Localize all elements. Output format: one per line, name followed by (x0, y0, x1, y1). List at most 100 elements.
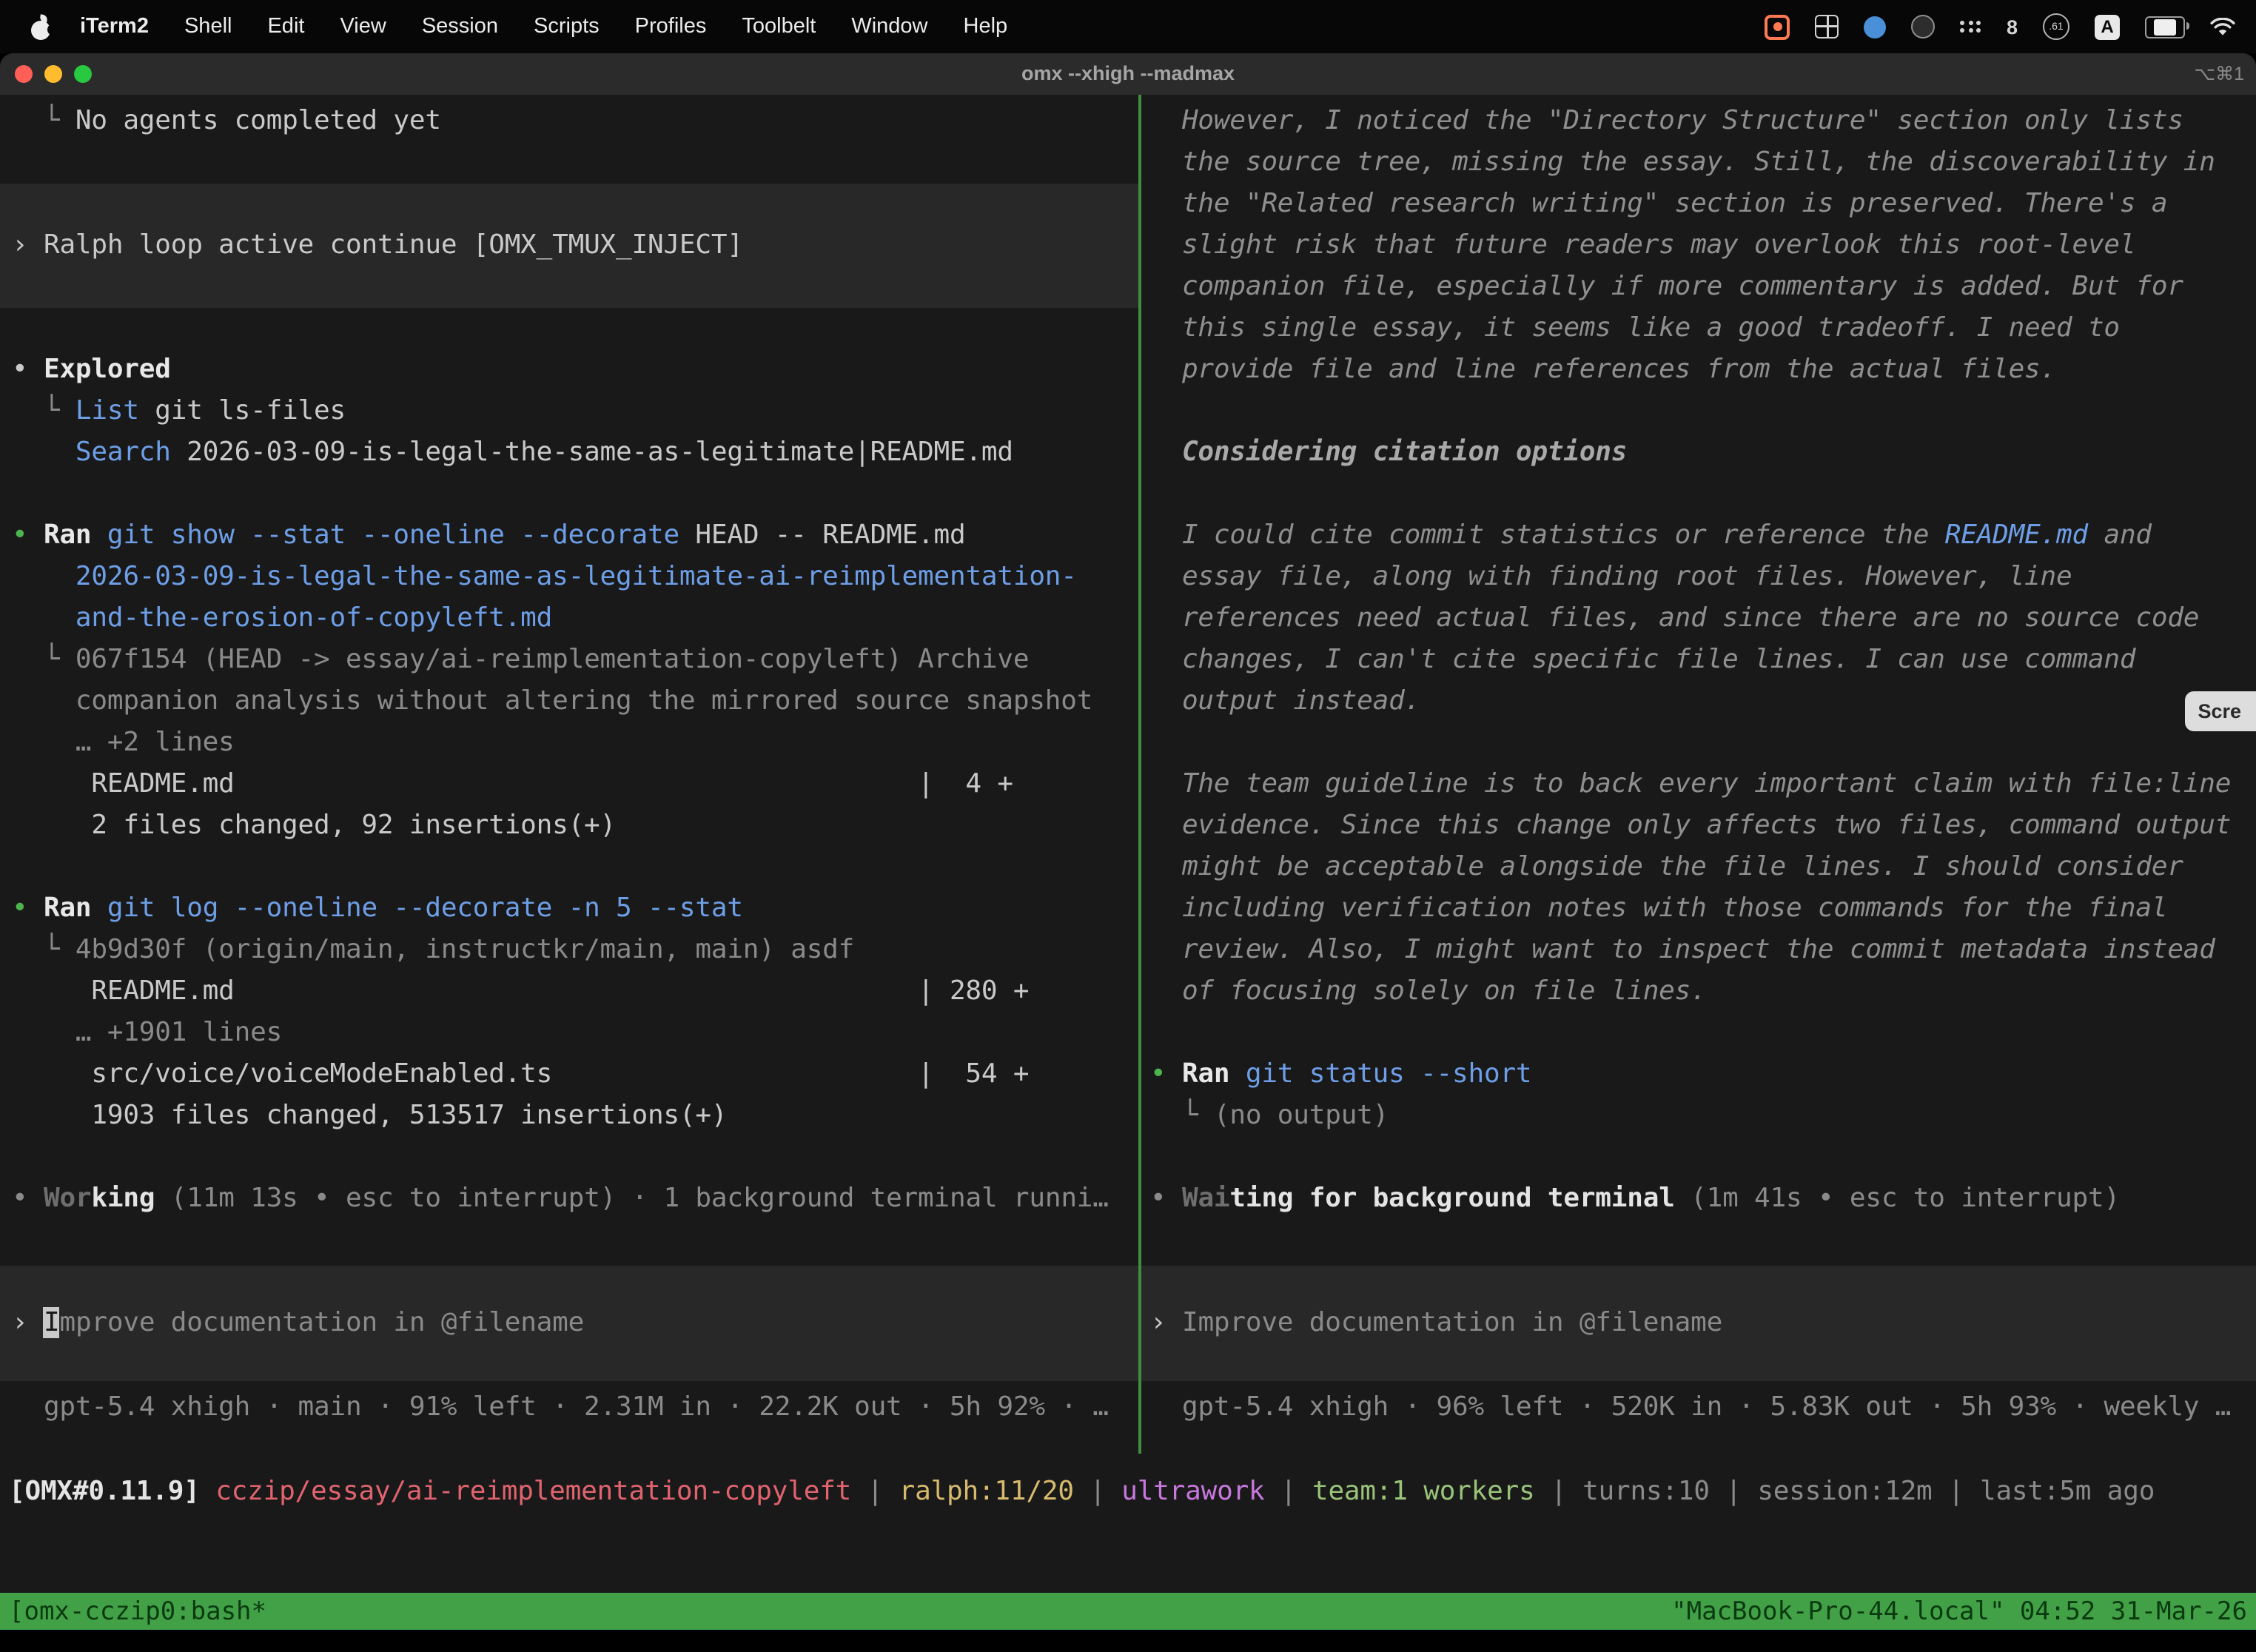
text-segment: However, I noticed the "Directory Struct… (1150, 105, 2183, 136)
left-top-lines: └ No agents completed yet (0, 101, 1138, 184)
screen-recording-indicator-icon[interactable] (1765, 14, 1790, 39)
input-source-icon[interactable]: A (2095, 14, 2120, 39)
menubar-menus: iTerm2 Shell Edit View Session Scripts P… (0, 14, 1025, 39)
apple-menu-icon[interactable] (30, 14, 53, 39)
terminal-line: including verification notes with those … (1141, 888, 2256, 930)
terminal-line (1141, 474, 2256, 515)
omx-statusline: [OMX#0.11.9] cczip/essay/ai-reimplementa… (0, 1471, 2256, 1513)
menu-item-help[interactable]: Help (946, 15, 1026, 38)
text-segment: 2 files changed, 92 insertions(+) (12, 810, 616, 841)
text-segment: › (12, 1307, 44, 1338)
window-grid-icon[interactable] (1816, 15, 1839, 38)
text-segment: Ran (44, 893, 107, 924)
text-segment: git show --stat --oneline --decorate (107, 520, 679, 551)
text-segment: | (1074, 1476, 1121, 1507)
terminal-line: However, I noticed the "Directory Struct… (1141, 101, 2256, 142)
text-segment: session:12m (1757, 1476, 1932, 1507)
terminal-line: slight risk that future readers may over… (1141, 225, 2256, 266)
left-terminal-pane[interactable]: └ No agents completed yet › Ralph loop a… (0, 95, 1138, 1454)
omx-footer-statusline: [OMX#0.11.9] cczip/essay/ai-reimplementa… (0, 1454, 2256, 1531)
text-segment: of focusing solely on file lines. (1150, 976, 1707, 1007)
text-segment: List (75, 395, 139, 426)
menu-item-session[interactable]: Session (404, 15, 516, 38)
menu-item-shell[interactable]: Shell (167, 15, 250, 38)
menu-item-edit[interactable]: Edit (249, 15, 322, 38)
text-segment: ting for background terminal (1229, 1183, 1674, 1214)
text-segment: and-the-erosion-of-copyleft.md (75, 602, 552, 634)
text-segment: team:1 workers (1312, 1476, 1535, 1507)
text-segment: Considering citation options (1150, 437, 1627, 468)
text-segment: 067f154 (HEAD -> essay/ai-reimplementati… (75, 644, 1029, 675)
text-segment: the source tree, missing the essay. Stil… (1150, 147, 2215, 178)
terminal-line: the "Related research writing" section i… (1141, 184, 2256, 225)
terminal-line: … +1901 lines (0, 1013, 1138, 1054)
right-prompt-input-box[interactable]: › Improve documentation in @filename (1141, 1266, 2256, 1381)
wifi-icon[interactable] (2210, 17, 2235, 36)
terminal-line: README.md | 280 + (0, 971, 1138, 1013)
text-segment: └ (12, 105, 75, 136)
right-transcript: However, I noticed the "Directory Struct… (1141, 101, 2256, 1220)
text-segment: README.md | 280 + (12, 976, 1029, 1007)
text-segment: • (1150, 1183, 1182, 1214)
terminal-line: 1903 files changed, 513517 insertions(+) (0, 1095, 1138, 1137)
text-segment: … +2 lines (12, 727, 235, 758)
menu-item-window[interactable]: Window (833, 15, 945, 38)
terminal-line: evidence. Since this change only affects… (1141, 805, 2256, 847)
terminal-line: the source tree, missing the essay. Stil… (1141, 142, 2256, 184)
terminal-line: provide file and line references from th… (1141, 349, 2256, 391)
text-segment (12, 437, 75, 468)
text-segment: Ran (44, 520, 107, 551)
menu-item-iterm2[interactable]: iTerm2 (62, 15, 167, 38)
text-segment: companion analysis without altering the … (12, 685, 1092, 716)
terminal-line: output instead. (1141, 681, 2256, 722)
text-segment: gpt-5.4 xhigh · 96% left · 520K in · 5.8… (1150, 1391, 2231, 1423)
menu-item-scripts[interactable]: Scripts (516, 15, 617, 38)
right-terminal-pane[interactable]: However, I noticed the "Directory Struct… (1141, 95, 2256, 1454)
text-segment: I (44, 1307, 60, 1338)
terminal-line: this single essay, it seems like a good … (1141, 308, 2256, 349)
text-segment: | (851, 1476, 899, 1507)
text-segment: (1m 41s • esc to interrupt) (1675, 1183, 2120, 1214)
ralph-loop-banner-line: › Ralph loop active continue [OMX_TMUX_I… (0, 225, 1138, 266)
terminal-line: └ 4b9d30f (origin/main, instructkr/main,… (0, 930, 1138, 971)
terminal-line: └ (no output) (1141, 1095, 2256, 1137)
text-segment: Wai (1182, 1183, 1229, 1214)
left-model-status: gpt-5.4 xhigh · main · 91% left · 2.31M … (0, 1387, 1138, 1428)
dark-circle-app-icon[interactable] (1912, 15, 1936, 38)
dots-grid-icon[interactable] (1961, 20, 1981, 33)
prompt-input-line: › Improve documentation in @filename (0, 1303, 1138, 1344)
text-segment: Ralph loop active continue [OMX_TMUX_INJ… (44, 229, 743, 261)
text-segment: git status --short (1246, 1058, 1532, 1089)
text-segment: | (1933, 1476, 1980, 1507)
text-segment: provide file and line references from th… (1150, 354, 2056, 385)
text-segment (12, 561, 75, 592)
text-segment: references need actual files, and since … (1150, 602, 2199, 634)
menu-item-profiles[interactable]: Profiles (617, 15, 725, 38)
text-segment: including verification notes with those … (1150, 893, 2167, 924)
terminal-line (1141, 722, 2256, 764)
text-segment: this single essay, it seems like a good … (1150, 312, 2120, 343)
window-titlebar[interactable]: omx --xhigh --madmax ⌥⌘1 (0, 53, 2256, 95)
battery-icon[interactable] (2145, 16, 2185, 38)
blue-app-icon[interactable] (1864, 16, 1887, 38)
text-segment: slight risk that future readers may over… (1150, 229, 2135, 261)
text-segment: No agents completed yet (75, 105, 441, 136)
terminal-line: 2026-03-09-is-legal-the-same-as-legitima… (0, 557, 1138, 598)
screen-share-popup[interactable]: Scre (2184, 691, 2256, 731)
right-model-status: gpt-5.4 xhigh · 96% left · 520K in · 5.8… (1141, 1387, 2256, 1428)
terminal-line (1141, 391, 2256, 432)
left-prompt-input-box[interactable]: › Improve documentation in @filename (0, 1266, 1138, 1381)
tmux-host-clock-label: "MacBook-Pro-44.local" 04:52 31-Mar-26 (1671, 1596, 2247, 1626)
numeric-status-icon[interactable]: 8 (2007, 16, 2018, 38)
terminal-line: changes, I can't cite specific file line… (1141, 639, 2256, 681)
text-segment: › (1150, 1307, 1182, 1338)
terminal-line: └ List git ls-files (0, 391, 1138, 432)
monitor-gauge-icon[interactable]: .61 (2043, 13, 2069, 40)
terminal-line: … +2 lines (0, 722, 1138, 764)
tmux-statusbar: [omx-cczip0:bash* "MacBook-Pro-44.local"… (0, 1593, 2256, 1630)
menu-item-view[interactable]: View (322, 15, 403, 38)
menu-item-toolbelt[interactable]: Toolbelt (724, 15, 833, 38)
terminal-line: might be acceptable alongside the file l… (1141, 847, 2256, 888)
text-segment: • (12, 520, 44, 551)
text-segment: review. Also, I might want to inspect th… (1150, 934, 2215, 965)
